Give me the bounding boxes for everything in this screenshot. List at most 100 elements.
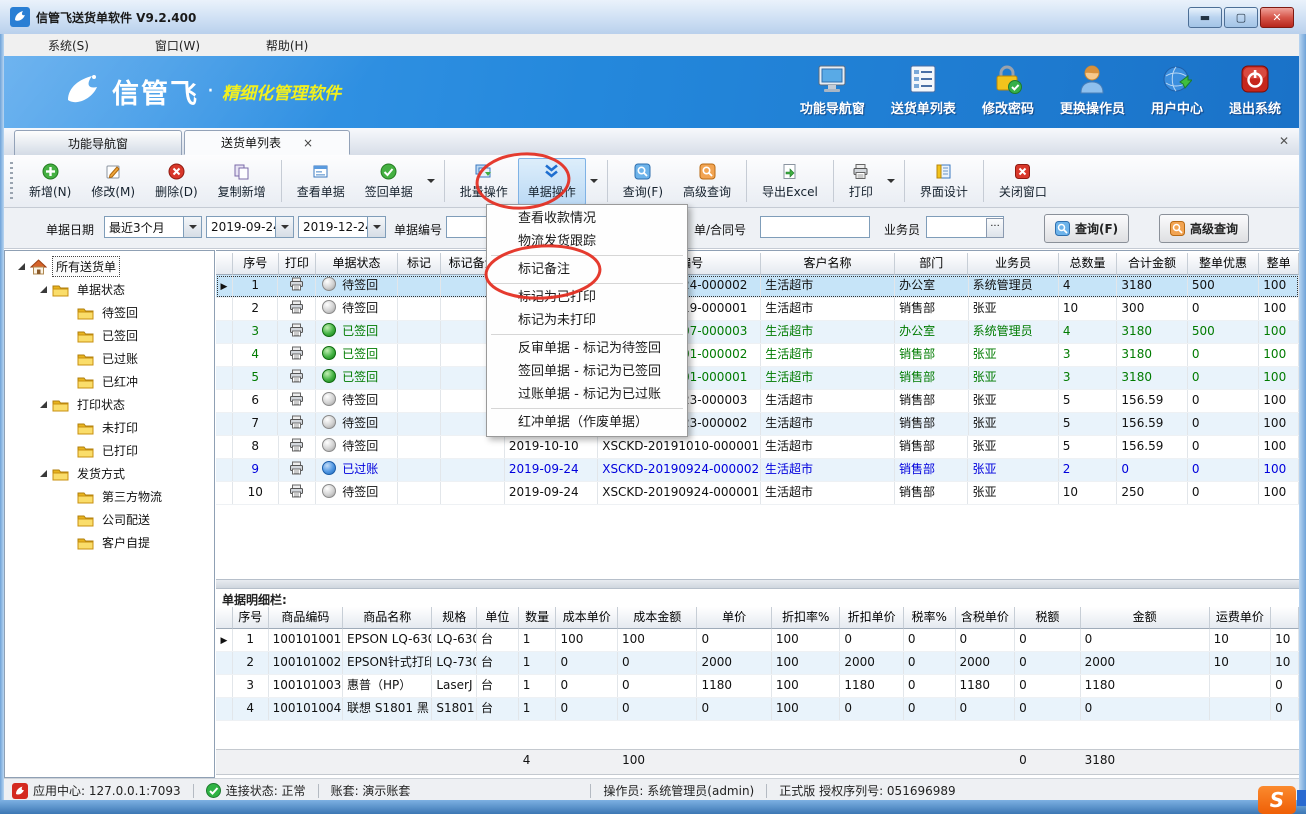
column-header[interactable]: 成本金额 — [618, 607, 697, 629]
table-row[interactable]: 7 待签回 23-000002 生活超市 销售部 张亚 5 156.59 0 1… — [216, 413, 1299, 436]
tree-item[interactable]: 未打印 — [5, 416, 214, 439]
adv-query-button-toolbar[interactable]: 高级查询 — [673, 158, 741, 205]
tree-item[interactable]: 已过账 — [5, 347, 214, 370]
batch-ops-button[interactable]: 批量操作 — [450, 158, 518, 205]
query-button-toolbar[interactable]: 查询(F) — [613, 158, 673, 205]
chevron-down-icon[interactable] — [275, 217, 293, 237]
tree-item[interactable]: 已红冲 — [5, 370, 214, 393]
column-header[interactable]: 数量 — [519, 607, 557, 629]
column-header[interactable]: 打印 — [279, 253, 317, 275]
table-row[interactable]: ▶ 1 待签回 24-000002 生活超市 办公室 系统管理员 4 3180 … — [216, 275, 1299, 298]
panel-splitter[interactable] — [216, 579, 1299, 589]
query-button[interactable]: 查询(F) — [1044, 214, 1129, 243]
doc-ops-button[interactable]: 单据操作 — [518, 158, 602, 205]
column-header[interactable]: 成本单价 — [556, 607, 618, 629]
add-button[interactable]: 新增(N) — [19, 158, 81, 205]
tree-item[interactable]: 发货方式 — [5, 462, 214, 485]
menu-system[interactable]: 系统(S) — [48, 37, 89, 54]
date-range-select[interactable]: 最近3个月 — [104, 216, 202, 238]
sign-back-button[interactable]: 签回单据 — [355, 158, 439, 205]
copy-add-button[interactable]: 复制新增 — [208, 158, 276, 205]
column-header[interactable]: 税额 — [1015, 607, 1081, 629]
column-header[interactable]: 标记 — [398, 253, 442, 275]
table-row[interactable]: 3 已签回 07-000003 生活超市 办公室 系统管理员 4 3180 50… — [216, 321, 1299, 344]
exit-system-button[interactable]: 退出系统 — [1229, 64, 1281, 117]
column-header[interactable]: 单价 — [697, 607, 771, 629]
chevron-down-icon[interactable] — [183, 217, 201, 237]
table-row[interactable]: 5 已签回 01-000001 生活超市 销售部 张亚 3 3180 0 100 — [216, 367, 1299, 390]
context-menu-item[interactable]: 过账单据 - 标记为已过账 — [487, 383, 687, 406]
maximize-button[interactable]: ▢ — [1224, 7, 1258, 28]
tab-nav-window[interactable]: 功能导航窗 — [14, 130, 182, 155]
close-button[interactable]: ✕ — [1260, 7, 1294, 28]
column-header[interactable]: 业务员 — [968, 253, 1058, 275]
column-header[interactable]: 总数量 — [1059, 253, 1118, 275]
context-menu-item[interactable]: 标记为已打印 — [487, 286, 687, 309]
change-password-button[interactable]: 修改密码 — [982, 64, 1034, 117]
tree-item[interactable]: 客户自提 — [5, 531, 214, 554]
column-header[interactable]: 运费单价 — [1210, 607, 1272, 629]
ui-design-button[interactable]: 界面设计 — [910, 158, 978, 205]
context-menu-item[interactable]: 标记为未打印 — [487, 309, 687, 332]
tree-item[interactable]: 已签回 — [5, 324, 214, 347]
chevron-down-icon[interactable] — [367, 217, 385, 237]
tree-item[interactable]: 单据状态 — [5, 278, 214, 301]
detail-row[interactable]: 4 100101004 联想 S1801 黑 S1801 台 1 0 0 0 1… — [216, 698, 1299, 721]
context-menu-item[interactable]: 查看收款情况 — [487, 207, 687, 230]
user-center-button[interactable]: 用户中心 — [1151, 64, 1203, 117]
column-header[interactable]: 商品名称 — [343, 607, 432, 629]
date-to-select[interactable]: 2019-12-24 — [298, 216, 386, 238]
column-header[interactable]: 税率% — [904, 607, 956, 629]
context-menu-item[interactable]: 反审单据 - 标记为待签回 — [487, 337, 687, 360]
table-row[interactable]: 10 待签回 2019-09-24 XSCKD-20190924-000001 … — [216, 482, 1299, 505]
dropdown-arrow-icon[interactable] — [427, 179, 435, 183]
column-header[interactable]: 整单优惠 — [1188, 253, 1259, 275]
detail-row[interactable]: ▶ 1 100101001 EPSON LQ-630K LQ-630 台 1 1… — [216, 629, 1299, 652]
tree-item[interactable]: 所有送货单 — [5, 255, 214, 278]
view-doc-button[interactable]: 查看单据 — [287, 158, 355, 205]
table-row[interactable]: 2 待签回 19-000001 生活超市 销售部 张亚 10 300 0 100 — [216, 298, 1299, 321]
adv-query-button[interactable]: 高级查询 — [1159, 214, 1249, 243]
close-window-button[interactable]: 关闭窗口 — [989, 158, 1057, 205]
tree-item[interactable]: 待签回 — [5, 301, 214, 324]
expander-icon[interactable] — [39, 469, 48, 478]
column-header[interactable]: 序号 — [233, 607, 269, 629]
tree-item[interactable]: 打印状态 — [5, 393, 214, 416]
column-header[interactable]: 单据状态 — [316, 253, 397, 275]
tree-item[interactable]: 第三方物流 — [5, 485, 214, 508]
column-header[interactable] — [1271, 607, 1299, 629]
column-header[interactable]: 合计金额 — [1117, 253, 1187, 275]
tabstrip-close-icon[interactable]: ✕ — [1279, 134, 1289, 148]
column-header[interactable]: 序号 — [233, 253, 279, 275]
tab-close-icon[interactable]: × — [303, 136, 313, 150]
column-header[interactable]: 部门 — [895, 253, 968, 275]
table-row[interactable]: 4 已签回 01-000002 生活超市 销售部 张亚 3 3180 0 100 — [216, 344, 1299, 367]
dropdown-arrow-icon[interactable] — [590, 179, 598, 183]
column-header[interactable]: 整单 — [1259, 253, 1299, 275]
menu-window[interactable]: 窗口(W) — [155, 37, 200, 54]
dropdown-arrow-icon[interactable] — [887, 179, 895, 183]
table-row[interactable]: 9 已过账 2019-09-24 XSCKD-20190924-000002 生… — [216, 459, 1299, 482]
context-menu-item[interactable]: 红冲单据（作废单据） — [487, 411, 687, 434]
context-menu-item[interactable]: 签回单据 - 标记为已签回 — [487, 360, 687, 383]
expander-icon[interactable] — [39, 400, 48, 409]
table-row[interactable]: 8 待签回 2019-10-10 XSCKD-20191010-000001 生… — [216, 436, 1299, 459]
detail-row[interactable]: 2 100101002 EPSON针式打印 LQ-730 台 1 0 0 200… — [216, 652, 1299, 675]
minimize-button[interactable]: ▬ — [1188, 7, 1222, 28]
context-menu-item[interactable]: 物流发货跟踪 — [487, 230, 687, 253]
context-menu-item[interactable]: 标记备注 — [487, 258, 687, 281]
column-header[interactable]: 折扣单价 — [840, 607, 904, 629]
delete-button[interactable]: 删除(D) — [145, 158, 208, 205]
contract-input[interactable] — [760, 216, 870, 238]
tree-item[interactable]: 已打印 — [5, 439, 214, 462]
column-header[interactable]: 折扣率% — [772, 607, 841, 629]
column-header[interactable]: 单位 — [477, 607, 519, 629]
delivery-list-button[interactable]: 送货单列表 — [891, 64, 956, 117]
export-excel-button[interactable]: 导出Excel — [752, 158, 828, 205]
tree-item[interactable]: 公司配送 — [5, 508, 214, 531]
detail-row[interactable]: 3 100101003 惠普（HP） LaserJ 台 1 0 0 1180 1… — [216, 675, 1299, 698]
tab-delivery-list[interactable]: 送货单列表 × — [184, 130, 350, 155]
menu-help[interactable]: 帮助(H) — [266, 37, 308, 54]
column-header[interactable]: 金额 — [1081, 607, 1210, 629]
column-header[interactable]: 商品编码 — [269, 607, 343, 629]
